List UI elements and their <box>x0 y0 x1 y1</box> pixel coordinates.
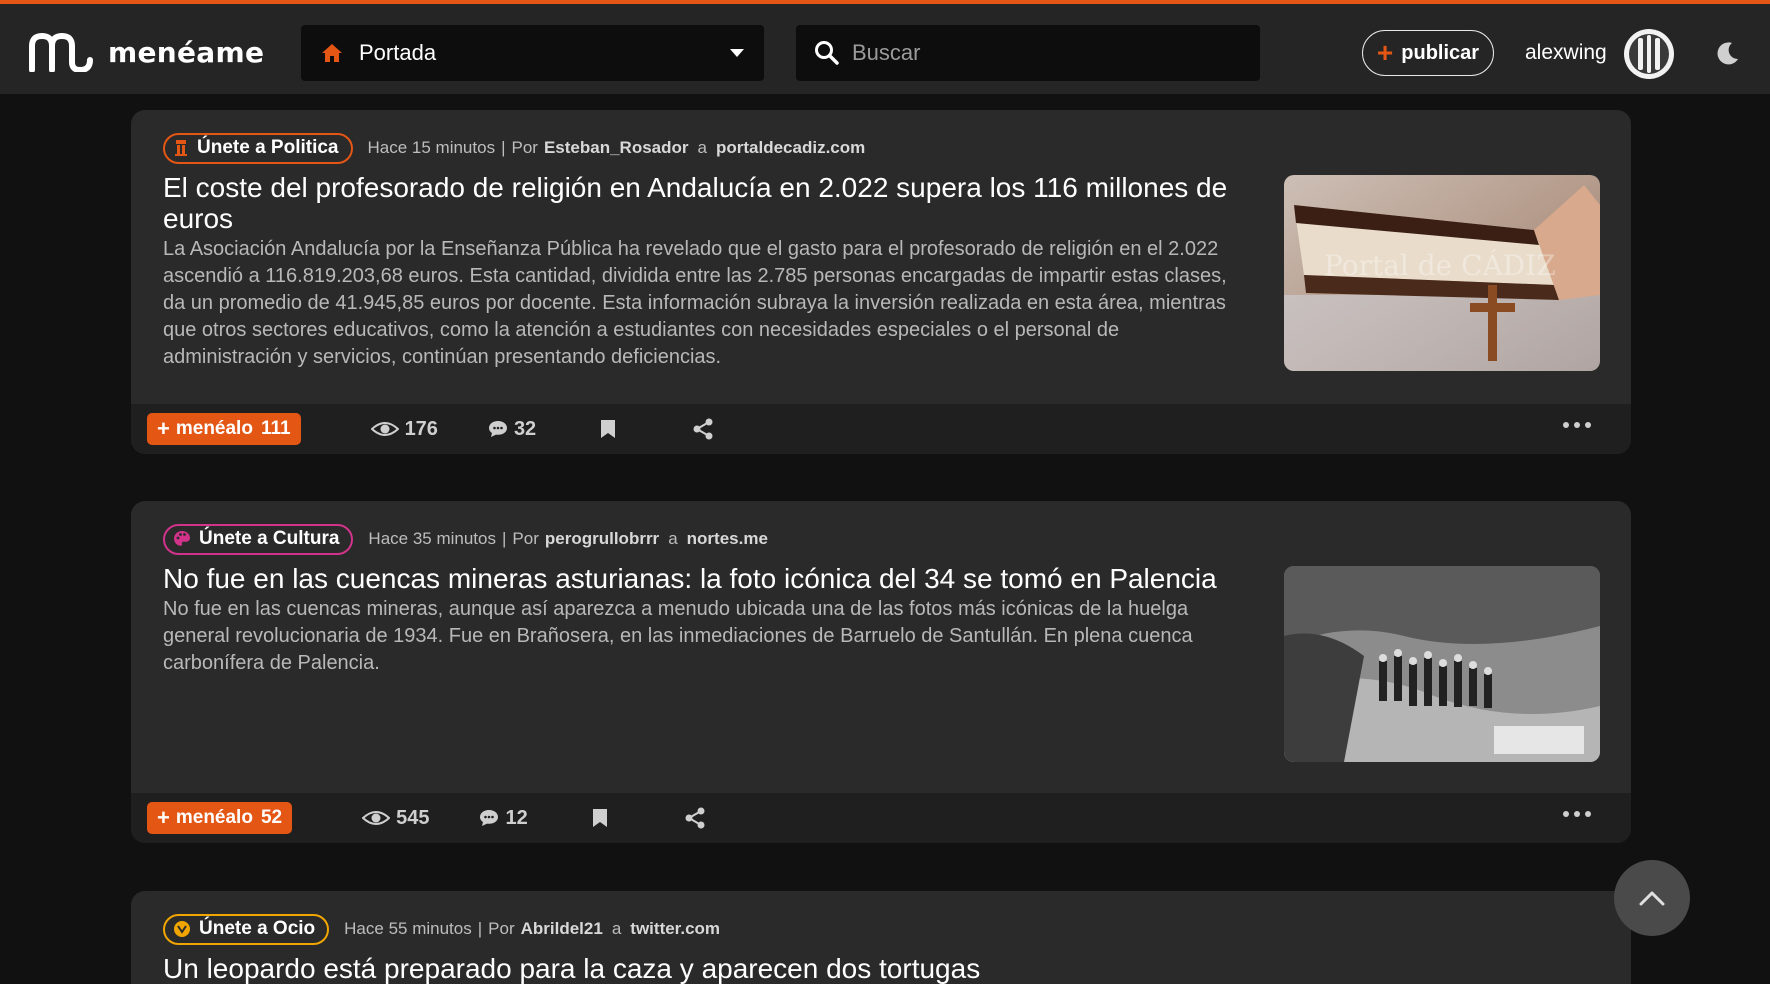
comments-stat[interactable]: 32 <box>488 418 536 441</box>
thumb-watermark: Portal de CÁDIZ <box>1324 249 1556 282</box>
plus-icon: + <box>1376 37 1394 68</box>
comment-icon <box>488 421 507 437</box>
menealo-label: menéalo <box>175 418 253 439</box>
story-meta: Únete a Cultura Hace 35 minutos | Por pe… <box>163 523 1599 555</box>
search-input[interactable] <box>852 40 1232 66</box>
search-icon <box>815 41 839 65</box>
bookmark-icon <box>601 420 616 438</box>
story-time: Hace 55 minutos <box>344 919 472 938</box>
politics-icon <box>175 140 187 156</box>
story-a: a <box>668 529 678 548</box>
story-user[interactable]: perogrullobrrr <box>545 529 659 549</box>
section-select-label: Portada <box>359 40 437 65</box>
story-user[interactable]: Abrildel21 <box>521 919 603 939</box>
story-card: Únete a Cultura Hace 35 minutos | Por pe… <box>131 501 1631 843</box>
views-count: 176 <box>404 417 438 440</box>
sub-badge-label: Únete a Politica <box>197 137 339 158</box>
brand-name: menéame <box>108 35 265 69</box>
story-title[interactable]: Un leopardo está preparado para la caza … <box>163 953 1243 984</box>
menealo-button[interactable]: + menéalo 111 <box>147 413 301 445</box>
publish-button-label: publicar <box>1401 41 1480 64</box>
vote-count: 52 <box>260 807 283 828</box>
vote-count: 111 <box>260 418 291 439</box>
share-button[interactable] <box>684 807 706 829</box>
story-actions: + menéalo 52 545 12 <box>131 793 1631 843</box>
story-card: Únete a Ocio Hace 55 minutos | Por Abril… <box>131 891 1631 984</box>
meta-separator: | <box>501 138 506 157</box>
story-title[interactable]: No fue en las cuencas mineras asturianas… <box>163 563 1243 594</box>
scroll-to-top-button[interactable] <box>1614 860 1690 936</box>
story-summary: No fue en las cuencas mineras, aunque as… <box>163 598 1193 674</box>
story-domain[interactable]: twitter.com <box>630 919 720 939</box>
chevron-down-icon <box>730 49 744 57</box>
sub-badge-label: Únete a Cultura <box>199 528 340 549</box>
story-body: Únete a Ocio Hace 55 minutos | Por Abril… <box>131 891 1631 984</box>
top-navigation-bar: menéame Portada + publicar alexwing <box>0 4 1770 94</box>
story-actions: + menéalo 111 176 32 <box>131 404 1631 454</box>
avatar[interactable] <box>1623 28 1675 80</box>
meneame-logo-icon <box>29 33 93 72</box>
story-title[interactable]: El coste del profesorado de religión en … <box>163 172 1243 234</box>
site-logo[interactable]: menéame <box>28 32 264 72</box>
more-dots-icon[interactable] <box>1563 422 1591 428</box>
views-stat: 545 <box>362 807 429 830</box>
comments-count: 12 <box>505 806 528 829</box>
plus-icon: + <box>157 805 170 830</box>
sub-badge-ocio[interactable]: Únete a Ocio <box>163 913 330 945</box>
menealo-button[interactable]: + menéalo 52 <box>147 802 293 834</box>
story-time: Hace 15 minutos <box>367 138 496 157</box>
bookmark-icon <box>592 809 607 827</box>
menealo-label: menéalo <box>175 807 253 828</box>
share-button[interactable] <box>692 418 714 440</box>
share-icon <box>693 418 713 440</box>
story-user[interactable]: Esteban_Rosador <box>544 138 689 158</box>
username[interactable]: alexwing <box>1525 41 1607 65</box>
search-box[interactable] <box>796 25 1260 81</box>
chevron-up-icon <box>1639 891 1665 906</box>
views-stat: 176 <box>370 417 438 441</box>
views-count: 545 <box>396 806 430 829</box>
story-by: Por <box>512 529 539 548</box>
palette-icon <box>174 531 190 546</box>
share-icon <box>685 807 705 829</box>
story-a: a <box>611 919 622 938</box>
sub-badge-politica[interactable]: Únete a Politica <box>163 132 353 164</box>
story-meta: Únete a Politica Hace 15 minutos | Por E… <box>163 132 1599 164</box>
meta-separator: | <box>477 919 483 938</box>
meta-separator: | <box>502 529 507 548</box>
story-summary: La Asociación Andalucía por la Enseñanza… <box>163 238 1227 368</box>
sub-badge-label: Únete a Ocio <box>199 918 316 939</box>
publish-button[interactable]: + publicar <box>1362 30 1494 76</box>
eye-icon <box>362 811 391 825</box>
section-select[interactable]: Portada <box>301 25 764 81</box>
story-domain[interactable]: portaldecadiz.com <box>716 138 865 158</box>
more-dots-icon[interactable] <box>1563 811 1591 817</box>
story-by: Por <box>511 138 538 157</box>
story-time: Hace 35 minutos <box>368 529 496 548</box>
ocio-icon <box>174 921 190 937</box>
moon-icon[interactable] <box>1715 40 1741 66</box>
bookmark-button[interactable] <box>592 808 608 828</box>
sub-badge-cultura[interactable]: Únete a Cultura <box>163 523 354 555</box>
story-card: Únete a Politica Hace 15 minutos | Por E… <box>131 110 1631 454</box>
bookmark-button[interactable] <box>600 419 616 439</box>
story-thumbnail[interactable] <box>1284 566 1600 762</box>
story-thumbnail[interactable]: Portal de CÁDIZ <box>1284 175 1600 371</box>
story-a: a <box>697 138 707 157</box>
eye-icon <box>370 422 399 436</box>
plus-icon: + <box>157 416 170 441</box>
story-by: Por <box>488 919 515 938</box>
story-meta: Únete a Ocio Hace 55 minutos | Por Abril… <box>163 913 1599 945</box>
home-icon <box>322 44 342 62</box>
comments-stat[interactable]: 12 <box>479 806 528 830</box>
comments-count: 32 <box>513 417 537 440</box>
comment-icon <box>480 810 499 826</box>
story-domain[interactable]: nortes.me <box>687 529 768 549</box>
